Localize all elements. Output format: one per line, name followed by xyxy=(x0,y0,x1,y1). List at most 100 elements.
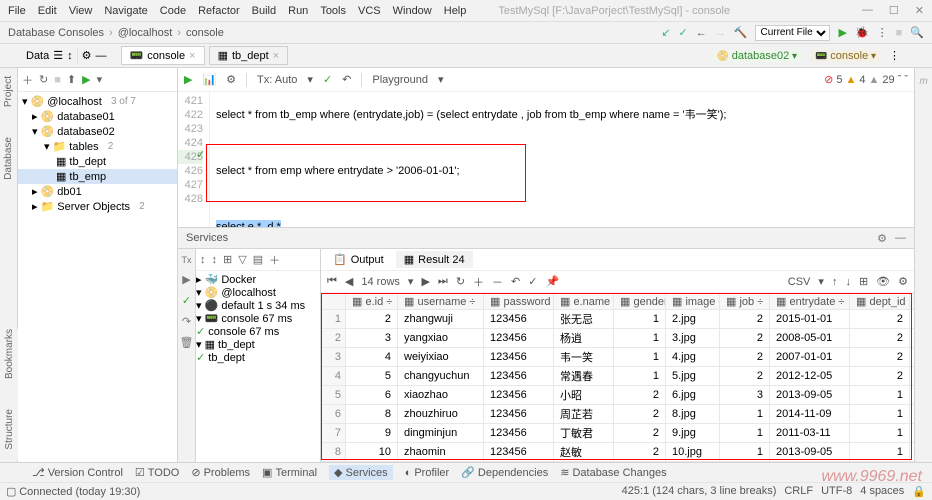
svc-localhost[interactable]: ▾ 📀 @localhost xyxy=(196,286,320,299)
crumb-localhost[interactable]: @localhost xyxy=(118,27,186,39)
menu-edit[interactable]: Edit xyxy=(38,5,57,17)
group-icon[interactable]: ⊞ xyxy=(223,253,232,266)
gear4-icon[interactable]: ⚙ xyxy=(898,275,908,288)
revert-icon[interactable]: ↶ xyxy=(511,275,520,288)
collapse-icon[interactable]: ▾ xyxy=(97,73,103,86)
rollback-icon[interactable]: ↶ xyxy=(342,73,351,86)
side-structure[interactable]: Structure xyxy=(4,409,15,450)
menu-build[interactable]: Build xyxy=(252,5,276,17)
close-tab-tb-dept[interactable]: × xyxy=(273,50,279,62)
bt-dependencies[interactable]: 🔗 Dependencies xyxy=(461,466,548,479)
svc-console2[interactable]: ✓ console 67 ms xyxy=(196,325,320,338)
playground-label[interactable]: Playground xyxy=(372,74,428,86)
add-row-icon[interactable]: ＋ xyxy=(473,274,484,290)
svc-tb-dept2[interactable]: ✓ tb_dept xyxy=(196,351,320,364)
close-tab-console[interactable]: × xyxy=(189,50,195,62)
tab-tb-dept[interactable]: ▦ tb_dept × xyxy=(209,46,289,65)
svc-docker[interactable]: ▸ 🐳 Docker xyxy=(196,273,320,286)
reload-grid-icon[interactable]: ↻ xyxy=(456,275,465,288)
execute-icon[interactable]: ▶ xyxy=(184,73,192,86)
debug-icon[interactable]: 🐞 xyxy=(855,26,869,39)
menu-window[interactable]: Window xyxy=(393,5,432,17)
more-editor-icon[interactable]: ⋮ xyxy=(889,49,900,62)
svc-default[interactable]: ▾ ⚫ default 1 s 34 ms xyxy=(196,299,320,312)
collapse2-icon[interactable]: ↕ xyxy=(212,254,218,266)
layout-icon[interactable]: ▤ xyxy=(253,253,263,266)
view-icon[interactable]: 👁 xyxy=(876,275,890,288)
menu-file[interactable]: File xyxy=(8,5,26,17)
run-gutter-icon[interactable]: ✓ xyxy=(196,148,205,161)
output-tab[interactable]: 📋 Output xyxy=(325,251,392,268)
add-svc-icon[interactable]: ＋ xyxy=(269,252,280,268)
add-db-icon[interactable]: ＋ xyxy=(22,72,33,88)
bt-profiler[interactable]: ◐ Profiler xyxy=(405,467,450,479)
menu-refactor[interactable]: Refactor xyxy=(198,5,240,17)
menu-vcs[interactable]: VCS xyxy=(358,5,381,17)
first-page-icon[interactable]: ⏮ xyxy=(327,275,337,288)
gear-icon[interactable]: ⚙ xyxy=(82,49,92,62)
remove-row-icon[interactable]: － xyxy=(492,274,503,290)
refresh-icon[interactable]: ↻ xyxy=(39,73,48,86)
bt-services[interactable]: ◆ Services xyxy=(329,465,393,480)
stop-db-icon[interactable]: ■ xyxy=(54,74,61,86)
svc-tb-dept[interactable]: ▾ ▦ tb_dept xyxy=(196,338,320,351)
svc-console1[interactable]: ▾ 📟 console 67 ms xyxy=(196,312,320,325)
data-grid[interactable]: ▦ e.id ÷ ▦ username ÷ ▦ password ÷ ▦ e.n… xyxy=(321,293,914,462)
menu-run[interactable]: Run xyxy=(288,5,308,17)
bt-version-control[interactable]: ⎇ Version Control xyxy=(32,466,123,479)
menu-help[interactable]: Help xyxy=(444,5,467,17)
filter2-icon[interactable]: ▽ xyxy=(238,253,246,266)
tree-server-objects[interactable]: ▸ 📁 Server Objects 2 xyxy=(18,199,177,214)
csv-label[interactable]: CSV xyxy=(788,276,811,288)
gear2-icon[interactable]: ⚙ xyxy=(226,73,236,86)
status-lock-icon[interactable]: 🔒 xyxy=(912,485,926,498)
next-page-icon[interactable]: ▶ xyxy=(421,275,429,288)
tree-tb-emp[interactable]: ▦ tb_emp xyxy=(18,169,177,184)
svc-run-icon[interactable]: ▶ xyxy=(182,273,190,286)
more-run-icon[interactable]: ⋮ xyxy=(877,26,888,39)
datasource-badge[interactable]: 📀 database02 ▾ xyxy=(711,50,802,62)
run-sql-icon[interactable]: ▶ xyxy=(82,73,90,86)
svc-check-icon[interactable]: ✓ xyxy=(182,294,191,307)
tree-localhost[interactable]: ▾ 📀 @localhost 3 of 7 xyxy=(18,94,177,109)
status-indent[interactable]: 4 spaces xyxy=(860,485,904,498)
gear3-icon[interactable]: ⚙ xyxy=(877,232,887,245)
side-database[interactable]: Database xyxy=(3,137,14,180)
tab-console[interactable]: 📟 console × xyxy=(121,46,205,65)
explain-icon[interactable]: 📊 xyxy=(202,73,216,86)
code-area[interactable]: 421422423424 425426427428 select * from … xyxy=(178,92,914,227)
side-project[interactable]: Project xyxy=(3,76,14,107)
run-config-dropdown[interactable]: Current File xyxy=(755,25,830,41)
bt-problems[interactable]: ⊘ Problems xyxy=(191,466,250,479)
menu-tools[interactable]: Tools xyxy=(320,5,346,17)
tree-tb-dept[interactable]: ▦ tb_dept xyxy=(18,154,177,169)
bt-todo[interactable]: ☑ TODO xyxy=(135,466,179,479)
menu-navigate[interactable]: Navigate xyxy=(104,5,147,17)
search-everywhere-icon[interactable]: 🔍 xyxy=(910,26,924,39)
status-crlf[interactable]: CRLF xyxy=(784,485,813,498)
mvn-icon[interactable]: m xyxy=(919,76,927,87)
result-tab[interactable]: ▦ Result 24 xyxy=(396,251,473,268)
back-icon[interactable]: ← xyxy=(696,27,707,39)
ddl-icon[interactable]: ⊞ xyxy=(859,275,868,288)
code-text[interactable]: select * from tb_emp where (entrydate,jo… xyxy=(210,92,914,227)
tree-db01[interactable]: ▸ 📀 db01 xyxy=(18,184,177,199)
console-badge[interactable]: 📟 console ▾ xyxy=(810,50,881,62)
commit-icon[interactable]: ✓ xyxy=(323,73,332,86)
vcs-commit-icon[interactable]: ✓ xyxy=(679,26,688,39)
minimize2-icon[interactable]: — xyxy=(895,232,906,245)
svc-arrow-icon[interactable]: ↷ xyxy=(182,315,191,328)
maximize-icon[interactable]: ☐ xyxy=(889,4,899,17)
forward-icon[interactable]: → xyxy=(715,27,726,39)
minimize-icon[interactable]: — xyxy=(862,4,873,17)
chevron-up-icon[interactable]: ˆ xyxy=(898,74,902,86)
chevron-down-icon[interactable]: ˇ xyxy=(904,74,908,86)
prev-page-icon[interactable]: ◀ xyxy=(345,275,353,288)
filter-icon[interactable]: ☰ xyxy=(53,49,63,62)
bt-terminal[interactable]: ▣ Terminal xyxy=(262,466,317,479)
svc-trash-icon[interactable]: 🗑 xyxy=(180,336,194,349)
status-encoding[interactable]: UTF-8 xyxy=(821,485,852,498)
menu-view[interactable]: View xyxy=(69,5,93,17)
build-icon[interactable]: 🔨 xyxy=(734,26,748,39)
close-icon[interactable]: ✕ xyxy=(915,4,924,17)
